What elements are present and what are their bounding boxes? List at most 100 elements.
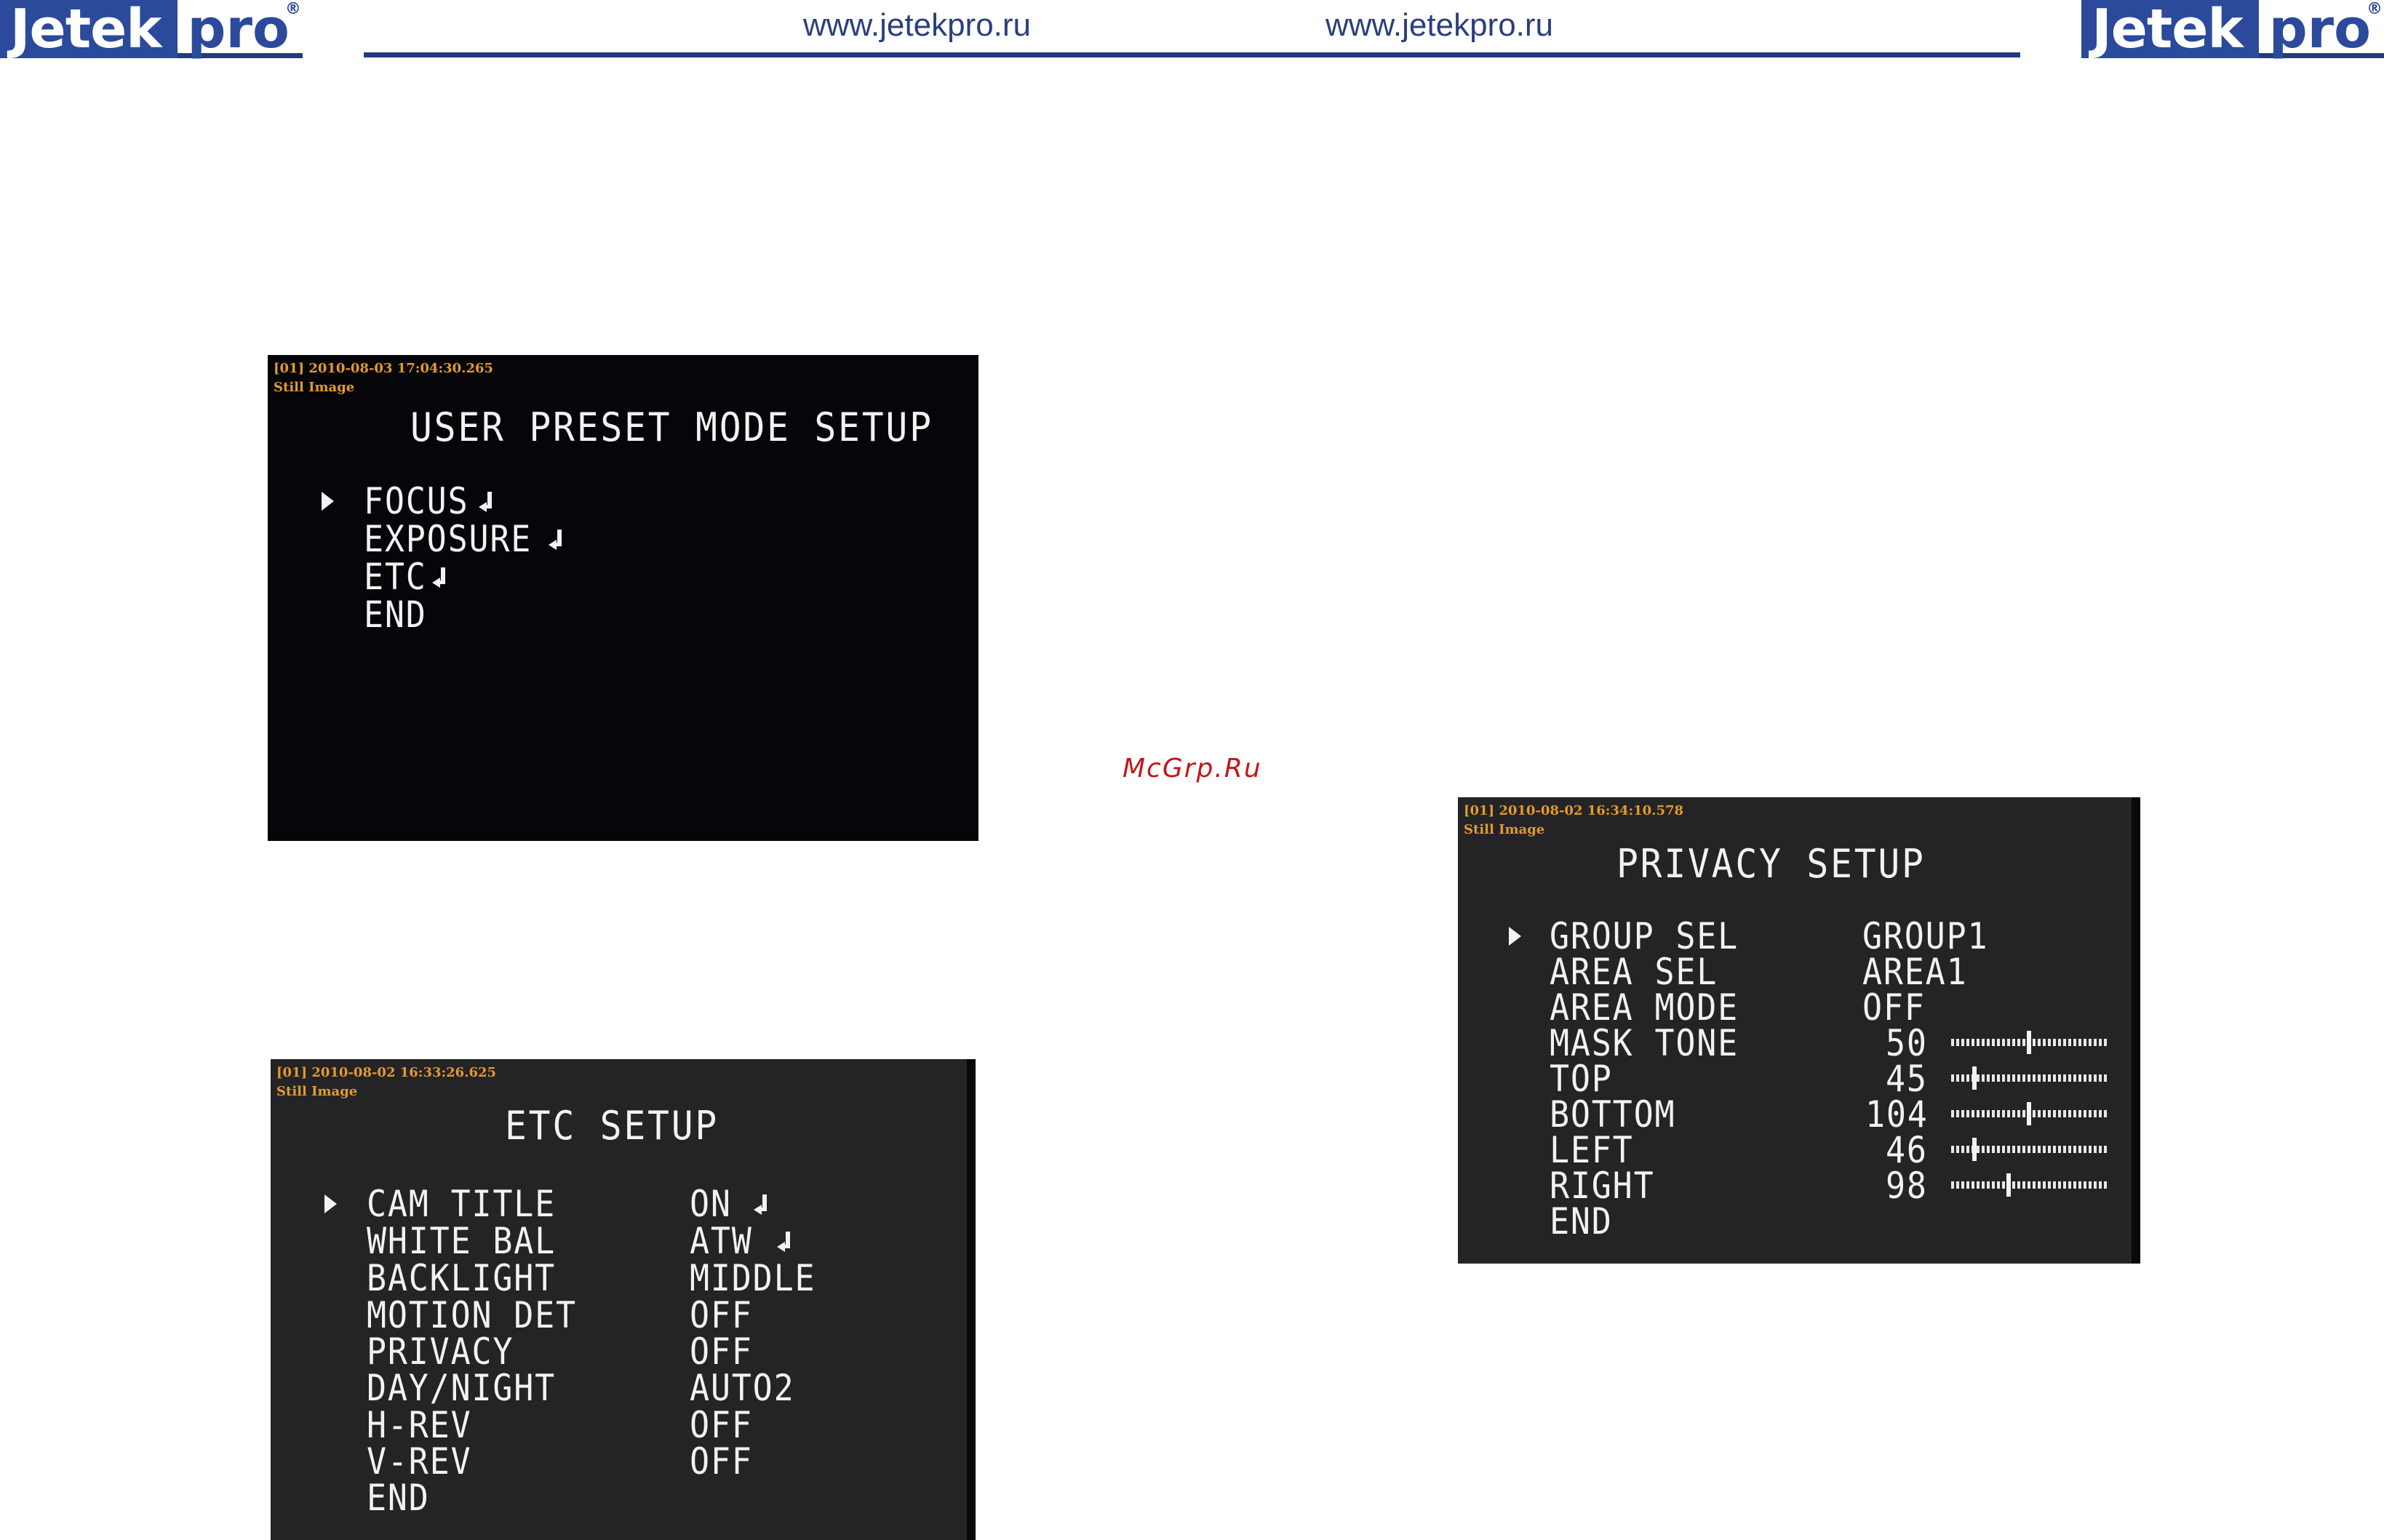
logo-pro-word: pro	[2268, 0, 2371, 60]
header-rule	[364, 52, 2020, 57]
menu-item-value: MIDDLE	[690, 1257, 816, 1299]
slider-track	[1951, 1181, 2107, 1189]
left-slider[interactable]	[1951, 1138, 2107, 1161]
menu-item-value: AREA1	[1862, 951, 1968, 993]
osd-timestamp: [01] 2010-08-02 16:34:10.578 Still Image	[1464, 802, 1683, 839]
menu-item-value: OFF	[690, 1330, 753, 1373]
menu-item-focus[interactable]: FOCUS	[268, 483, 978, 519]
menu-item-label: WHITE BAL	[367, 1220, 557, 1262]
mask-tone-slider[interactable]	[1951, 1031, 2107, 1054]
menu-item-value: GROUP1	[1862, 915, 1989, 957]
logo-pro-word: pro	[187, 0, 290, 60]
menu-item-h-rev[interactable]: H-REV OFF	[271, 1407, 967, 1443]
jetekpro-logo-left: Jetek pro ®	[0, 0, 303, 58]
enter-icon	[777, 1232, 792, 1252]
osd-title: USER PRESET MODE SETUP	[410, 404, 933, 450]
menu-item-end[interactable]: END	[271, 1480, 967, 1516]
menu-item-label: V-REV	[367, 1440, 472, 1483]
enter-icon	[549, 530, 563, 550]
menu-item-label: BOTTOM	[1550, 1093, 1676, 1136]
top-slider[interactable]	[1951, 1066, 2107, 1090]
osd-screen-user-preset: [01] 2010-08-03 17:04:30.265 Still Image…	[268, 355, 978, 841]
menu-item-backlight[interactable]: BACKLIGHT MIDDLE	[271, 1260, 967, 1296]
logo-pro-text: pro ®	[2258, 0, 2384, 60]
menu-item-label: AREA MODE	[1550, 986, 1739, 1029]
menu-item-area-sel[interactable]: AREA SEL AREA1	[1458, 954, 2132, 990]
menu-item-cam-title[interactable]: CAM TITLE ON	[271, 1186, 967, 1222]
timestamp-text: [01] 2010-08-03 17:04:30.265	[274, 361, 494, 376]
menu-item-label: CAM TITLE	[367, 1183, 557, 1225]
header-url-1[interactable]: www.jetekpro.ru	[803, 7, 1031, 44]
menu-item-label: LEFT	[1550, 1129, 1634, 1171]
osd-screen-etc-setup: [01] 2010-08-02 16:33:26.625 Still Image…	[271, 1059, 976, 1540]
menu-item-value: 104	[1865, 1093, 1929, 1136]
menu-item-value: OFF	[690, 1404, 753, 1446]
menu-item-value: ATW	[690, 1220, 753, 1262]
menu-item-mask-tone[interactable]: MASK TONE 50	[1458, 1025, 2132, 1061]
menu-item-group-sel[interactable]: GROUP SEL GROUP1	[1458, 918, 2132, 954]
menu-item-exposure[interactable]: EXPOSURE	[268, 521, 978, 557]
menu-item-right[interactable]: RIGHT 98	[1458, 1168, 2132, 1204]
menu-item-privacy[interactable]: PRIVACY OFF	[271, 1333, 967, 1370]
timestamp-text: [01] 2010-08-02 16:34:10.578	[1464, 803, 1684, 818]
registered-mark: ®	[284, 0, 301, 18]
menu-item-value: 50	[1886, 1022, 1928, 1064]
menu-item-label: DAY/NIGHT	[367, 1367, 557, 1409]
enter-icon	[432, 567, 447, 588]
menu-item-value: AUTO2	[690, 1367, 795, 1409]
menu-item-value: OFF	[690, 1294, 753, 1336]
menu-item-label: RIGHT	[1550, 1165, 1655, 1207]
menu-item-label: END	[367, 1477, 430, 1519]
still-image-label: Still Image	[1464, 822, 1545, 837]
menu-item-white-bal[interactable]: WHITE BAL ATW	[271, 1223, 967, 1259]
timestamp-text: [01] 2010-08-02 16:33:26.625	[276, 1065, 497, 1080]
menu-item-value: 98	[1886, 1165, 1928, 1207]
osd-timestamp: [01] 2010-08-02 16:33:26.625 Still Image	[276, 1064, 496, 1101]
logo-jetek-text: Jetek	[0, 0, 178, 58]
slider-knob[interactable]	[2006, 1173, 2012, 1197]
header-url-2[interactable]: www.jetekpro.ru	[1325, 7, 1553, 44]
menu-item-label: FOCUS	[364, 480, 469, 522]
menu-item-label: END	[1550, 1200, 1613, 1242]
osd-timestamp: [01] 2010-08-03 17:04:30.265 Still Image	[274, 359, 493, 397]
right-slider[interactable]	[1951, 1173, 2107, 1197]
slider-knob[interactable]	[1972, 1066, 1977, 1090]
menu-item-value: 46	[1886, 1129, 1928, 1171]
menu-item-motion-det[interactable]: MOTION DET OFF	[271, 1297, 967, 1333]
enter-icon	[754, 1194, 768, 1215]
menu-item-end[interactable]: END	[1458, 1203, 2132, 1240]
enter-icon	[479, 492, 493, 512]
osd-screen-privacy-setup: [01] 2010-08-02 16:34:10.578 Still Image…	[1458, 797, 2140, 1264]
menu-item-value: ON	[690, 1183, 732, 1225]
menu-item-v-rev[interactable]: V-REV OFF	[271, 1443, 967, 1480]
menu-item-top[interactable]: TOP 45	[1458, 1061, 2132, 1097]
menu-item-area-mode[interactable]: AREA MODE OFF	[1458, 989, 2132, 1026]
menu-item-label: GROUP SEL	[1550, 915, 1739, 957]
registered-mark: ®	[2367, 0, 2383, 18]
menu-item-day-night[interactable]: DAY/NIGHT AUTO2	[271, 1370, 967, 1406]
osd-title: ETC SETUP	[505, 1103, 719, 1149]
menu-item-label: ETC	[364, 556, 427, 598]
osd-title: PRIVACY SETUP	[1616, 841, 1926, 887]
still-image-label: Still Image	[276, 1084, 358, 1099]
menu-item-bottom[interactable]: BOTTOM 104	[1458, 1096, 2132, 1133]
menu-item-left[interactable]: LEFT 46	[1458, 1132, 2132, 1168]
watermark: McGrp.Ru	[1123, 754, 1262, 783]
menu-item-label: PRIVACY	[367, 1330, 514, 1373]
menu-item-value: OFF	[1862, 986, 1926, 1029]
page-header: Jetek pro ® www.jetekpro.ru www.jetekpro…	[0, 0, 2384, 60]
menu-item-label: EXPOSURE	[364, 518, 533, 560]
menu-item-etc[interactable]: ETC	[268, 559, 978, 595]
slider-knob[interactable]	[1972, 1138, 1977, 1161]
slider-knob[interactable]	[2027, 1102, 2031, 1125]
logo-jetek-text: Jetek	[2081, 0, 2259, 58]
menu-item-label: BACKLIGHT	[367, 1257, 557, 1299]
bottom-slider[interactable]	[1951, 1102, 2107, 1125]
menu-item-value: 45	[1886, 1058, 1928, 1100]
still-image-label: Still Image	[274, 380, 355, 395]
slider-knob[interactable]	[2027, 1031, 2031, 1054]
menu-item-label: END	[364, 594, 427, 636]
menu-item-label: H-REV	[367, 1404, 472, 1446]
jetekpro-logo-right: Jetek pro ®	[2081, 0, 2384, 58]
menu-item-end[interactable]: END	[268, 597, 978, 633]
